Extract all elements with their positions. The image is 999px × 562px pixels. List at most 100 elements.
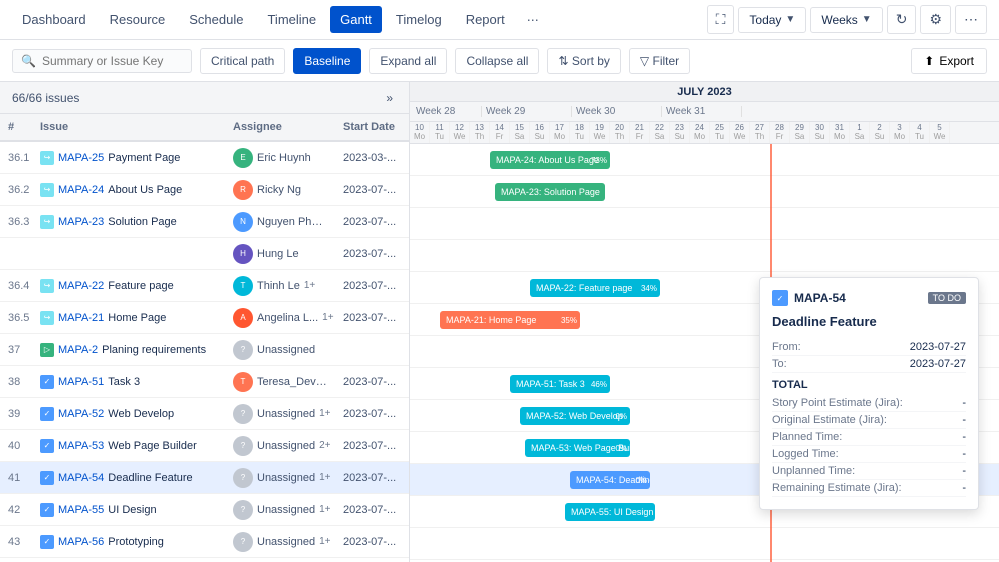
table-row[interactable]: 37 ▷ MAPA-2 Planing requirements ? Unass… <box>0 334 409 366</box>
cell-assignee: ? Unassigned <box>229 340 339 360</box>
search-input[interactable] <box>42 54 172 68</box>
tooltip-card: ✓ MAPA-54 TO DO Deadline Feature From: 2… <box>759 277 979 510</box>
collapse-all-button[interactable]: Collapse all <box>455 48 539 74</box>
settings-icon[interactable]: ⚙ <box>920 5 951 34</box>
content-area: 66/66 issues » # Issue Assignee Start Da… <box>0 82 999 562</box>
assignee-name: Angelina L... <box>257 312 318 324</box>
export-icon: ⬆ <box>924 54 934 68</box>
gantt-row <box>410 240 999 272</box>
nav-schedule[interactable]: Schedule <box>179 6 253 33</box>
plus-badge: 1+ <box>319 408 330 419</box>
issue-key[interactable]: MAPA-2 <box>58 344 98 356</box>
table-row[interactable]: 36.2 ↪ MAPA-24 About Us Page R Ricky Ng … <box>0 174 409 206</box>
issue-name: About Us Page <box>108 184 182 196</box>
nav-timeline[interactable]: Timeline <box>257 6 326 33</box>
issue-name: Prototyping <box>108 536 164 548</box>
cell-date: 2023-07-... <box>339 472 409 484</box>
gantt-bar[interactable]: MAPA-21: Home Page35% <box>440 311 580 329</box>
assignee-name: Unassigned <box>257 472 315 484</box>
nav-gantt[interactable]: Gantt <box>330 6 382 33</box>
plus-badge: 1+ <box>322 312 333 323</box>
table-row[interactable]: 36.3 ↪ MAPA-23 Solution Page N Nguyen Ph… <box>0 206 409 238</box>
table-header: # Issue Assignee Start Date <box>0 114 409 142</box>
panel-collapse-arrow[interactable]: » <box>382 89 397 107</box>
issue-key[interactable]: MAPA-52 <box>58 408 104 420</box>
issue-key[interactable]: MAPA-51 <box>58 376 104 388</box>
table-row[interactable]: 39 ✓ MAPA-52 Web Develop ? Unassigned 1+… <box>0 398 409 430</box>
gantt-bar[interactable]: MAPA-55: UI Design <box>565 503 655 521</box>
cell-issue: ✓ MAPA-54 Deadline Feature <box>36 471 229 485</box>
gantt-bar[interactable]: MAPA-24: About Us Page73% <box>490 151 610 169</box>
tooltip-field-value: - <box>962 482 966 494</box>
table-row[interactable]: 42 ✓ MAPA-55 UI Design ? Unassigned 1+ 2… <box>0 494 409 526</box>
tooltip-field-row: Logged Time:- <box>772 446 966 463</box>
fullscreen-icon[interactable]: ⛶ <box>707 5 735 34</box>
cell-num: 36.1 <box>0 152 36 164</box>
issue-key[interactable]: MAPA-56 <box>58 536 104 548</box>
nav-more-icon[interactable]: ⋯ <box>519 7 547 33</box>
issue-key[interactable]: MAPA-53 <box>58 440 104 452</box>
critical-path-button[interactable]: Critical path <box>200 48 285 74</box>
cell-num: 36.5 <box>0 312 36 324</box>
table-row[interactable]: H Hung Le 2023-07-... <box>0 238 409 270</box>
weeks-button[interactable]: Weeks ▼ <box>810 7 882 33</box>
assignee-name: Nguyen Phuc ... <box>257 216 327 228</box>
cell-issue: ✓ MAPA-56 Prototyping <box>36 535 229 549</box>
sort-by-button[interactable]: ⇅ Sort by <box>547 48 620 74</box>
issue-name: UI Design <box>108 504 156 516</box>
gantt-bar[interactable]: MAPA-52: Web Develop0% <box>520 407 630 425</box>
cell-assignee: ? Unassigned 1+ <box>229 468 339 488</box>
table-row[interactable]: 41 ✓ MAPA-54 Deadline Feature ? Unassign… <box>0 462 409 494</box>
cell-date: 2023-07-... <box>339 248 409 260</box>
expand-all-button[interactable]: Expand all <box>369 48 447 74</box>
gantt-bar[interactable]: MAPA-23: Solution Page <box>495 183 605 201</box>
export-button[interactable]: ⬆ Export <box>911 48 987 74</box>
gantt-bar[interactable]: MAPA-51: Task 346% <box>510 375 610 393</box>
cell-issue: ↪ MAPA-24 About Us Page <box>36 183 229 197</box>
sort-icon: ⇅ <box>558 54 568 68</box>
cell-num: 36.4 <box>0 280 36 292</box>
more-options-icon[interactable]: ⋯ <box>955 5 987 34</box>
nav-report[interactable]: Report <box>456 6 515 33</box>
cell-issue: ↪ MAPA-21 Home Page <box>36 311 229 325</box>
search-box[interactable]: 🔍 <box>12 49 192 73</box>
plus-badge: 2+ <box>319 440 330 451</box>
gantt-bar[interactable]: MAPA-53: Web Page Builder0% <box>525 439 630 457</box>
table-row[interactable]: 44 ✓ MAPA-57 Front-end Develo... ? Unass… <box>0 558 409 562</box>
issue-name: Deadline Feature <box>108 472 192 484</box>
table-row[interactable]: 43 ✓ MAPA-56 Prototyping ? Unassigned 1+… <box>0 526 409 558</box>
gantt-bar[interactable]: MAPA-22: Feature page34% <box>530 279 660 297</box>
todo-badge: TO DO <box>928 292 966 304</box>
search-icon: 🔍 <box>21 54 36 68</box>
issue-key[interactable]: MAPA-24 <box>58 184 104 196</box>
issue-name: Planing requirements <box>102 344 206 356</box>
today-button[interactable]: Today ▼ <box>738 7 806 33</box>
assignee-name: Eric Huynh <box>257 152 311 164</box>
refresh-icon[interactable]: ↻ <box>887 5 917 34</box>
table-row[interactable]: 38 ✓ MAPA-51 Task 3 T Teresa_DevSa... 20… <box>0 366 409 398</box>
baseline-button[interactable]: Baseline <box>293 48 361 74</box>
issue-key[interactable]: MAPA-22 <box>58 280 104 292</box>
table-row[interactable]: 40 ✓ MAPA-53 Web Page Builder ? Unassign… <box>0 430 409 462</box>
assignee-name: Hung Le <box>257 248 299 260</box>
issue-key[interactable]: MAPA-54 <box>58 472 104 484</box>
gantt-bar[interactable]: MAPA-54: Deadline Feature0% <box>570 471 650 489</box>
table-row[interactable]: 36.1 ↪ MAPA-25 Payment Page E Eric Huynh… <box>0 142 409 174</box>
nav-dashboard[interactable]: Dashboard <box>12 6 96 33</box>
month-row: JULY 2023 <box>410 82 999 102</box>
issue-key[interactable]: MAPA-25 <box>58 152 104 164</box>
gantt-header: JULY 2023 Week 28 Week 29 Week 30 Week 3… <box>410 82 999 144</box>
tooltip-field-label: Planned Time: <box>772 431 842 443</box>
cell-date: 2023-07-... <box>339 536 409 548</box>
table-row[interactable]: 36.4 ↪ MAPA-22 Feature page T Thinh Le 1… <box>0 270 409 302</box>
filter-button[interactable]: ▽ Filter <box>629 48 690 74</box>
cell-num: 38 <box>0 376 36 388</box>
issue-key[interactable]: MAPA-55 <box>58 504 104 516</box>
table-row[interactable]: 36.5 ↪ MAPA-21 Home Page A Angelina L...… <box>0 302 409 334</box>
nav-resource[interactable]: Resource <box>100 6 176 33</box>
issue-key[interactable]: MAPA-21 <box>58 312 104 324</box>
issue-key[interactable]: MAPA-23 <box>58 216 104 228</box>
cell-date: 2023-07-... <box>339 312 409 324</box>
nav-timelog[interactable]: Timelog <box>386 6 452 33</box>
tooltip-header: ✓ MAPA-54 TO DO <box>772 290 966 306</box>
